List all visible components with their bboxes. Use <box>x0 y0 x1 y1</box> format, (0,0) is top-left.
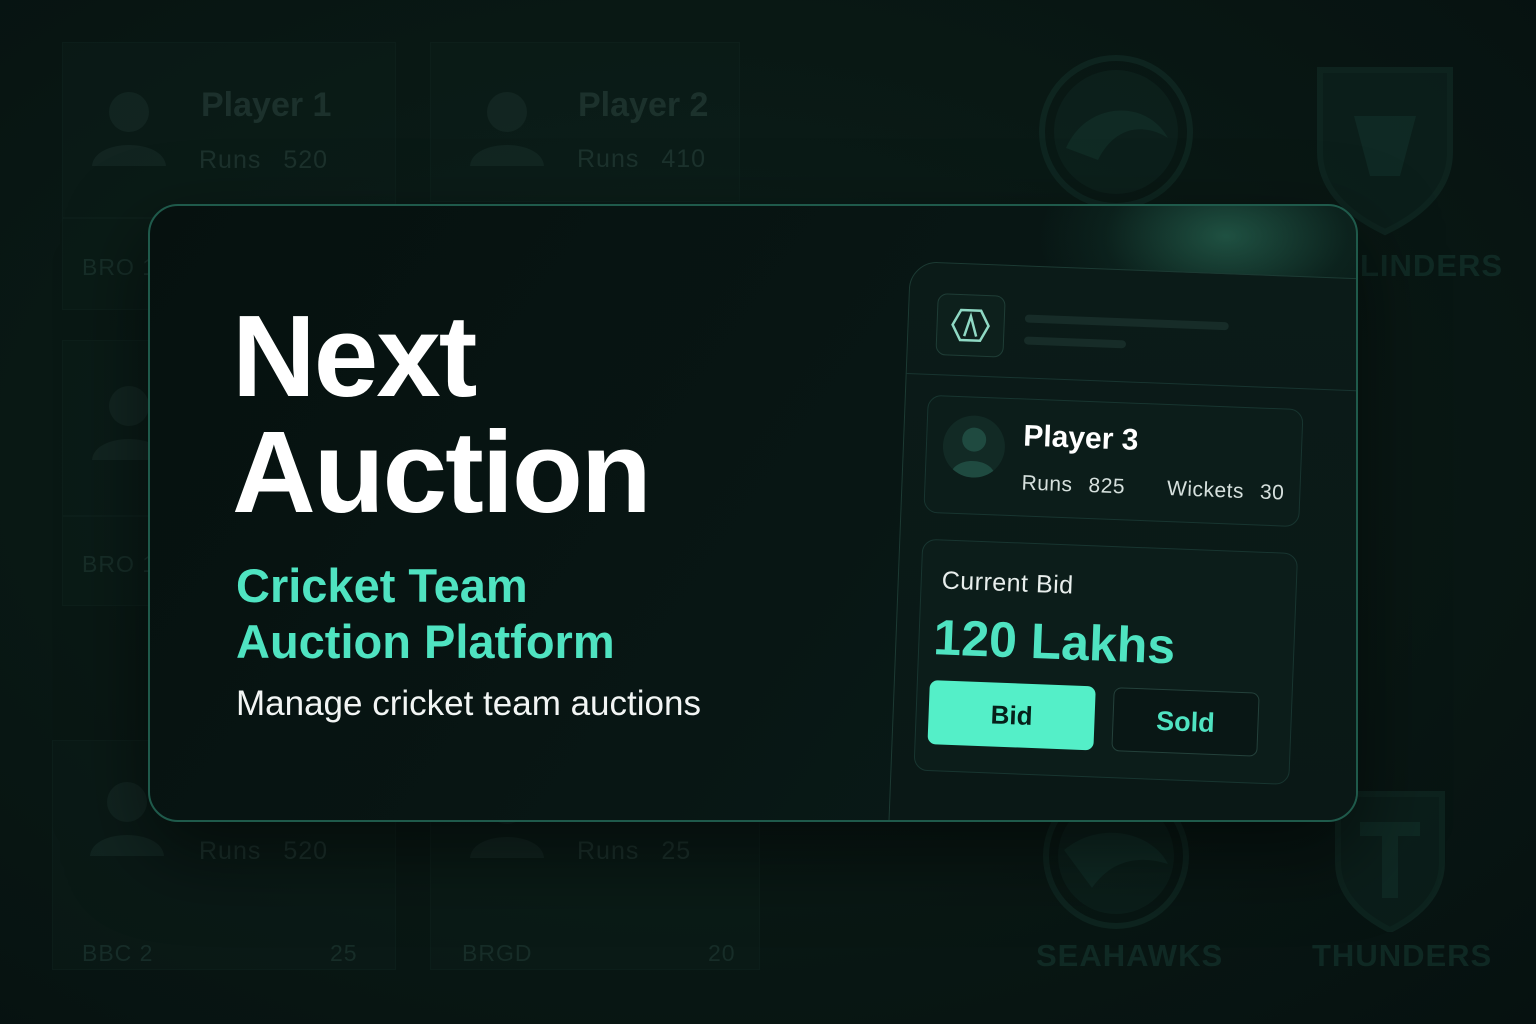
runs-label: Runs <box>1021 471 1073 497</box>
bg-stat-value: 25 <box>661 837 692 865</box>
subheading-line-1: Cricket Team <box>236 559 528 612</box>
bg-stat-label: Runs <box>577 145 640 173</box>
bg-avatar-icon <box>470 92 544 166</box>
player-card[interactable]: Player 3 Runs 825 Wickets 30 <box>923 394 1304 528</box>
bg-player-stat: Runs 520 <box>199 146 328 175</box>
hexagon-logo-icon <box>951 308 990 343</box>
current-bid-value: 120 Lakhs <box>932 609 1177 675</box>
hero-tagline: Manage cricket team auctions <box>236 684 701 723</box>
bg-side-row-label: BRO 1 <box>82 254 157 280</box>
player-name: Player 3 <box>1022 419 1140 457</box>
bg-team-name: SEAHAWKS <box>1036 938 1224 973</box>
current-bid-label: Current Bid <box>941 566 1075 600</box>
headline-line-1: Next <box>232 291 477 421</box>
bg-row-value: 25 <box>330 940 358 966</box>
bg-row-label: BBC 2 <box>82 940 154 966</box>
bg-row-label: BRGD <box>462 940 533 966</box>
bid-button[interactable]: Bid <box>927 680 1096 751</box>
hero-subheading: Cricket Team Auction Platform <box>236 558 615 670</box>
auction-panel: Player 3 Runs 825 Wickets 30 Current Bid 12… <box>886 261 1356 820</box>
hero-headline: Next Auction <box>232 291 652 537</box>
panel-header <box>906 262 1356 392</box>
wickets-label: Wickets <box>1166 477 1245 503</box>
bg-stat-label: Runs <box>199 146 262 174</box>
headline-line-2: Auction <box>232 407 652 537</box>
subheading-line-2: Auction Platform <box>236 615 615 668</box>
bg-player-stat: Runs 25 <box>577 837 691 866</box>
player-stats: Runs 825 Wickets 30 <box>1021 471 1285 505</box>
bg-player-stat: Runs 410 <box>577 145 706 174</box>
user-silhouette-icon <box>949 427 996 479</box>
runs-value: 825 <box>1088 474 1126 499</box>
app-logo-icon[interactable] <box>935 293 1006 358</box>
bg-stat-value: 410 <box>661 145 707 173</box>
bg-player-name: Player 1 <box>201 86 332 124</box>
bg-player-name: Player 2 <box>578 86 709 124</box>
bird-crest-icon <box>1039 55 1193 209</box>
bg-stat-label: Runs <box>577 837 640 865</box>
landing-stage: Player 1 Runs 520 Player 2 Runs 410 BRO 1 … <box>0 0 1536 1024</box>
current-bid-card: Current Bid 120 Lakhs Bid Sold <box>913 538 1299 785</box>
bg-row-value: 20 <box>708 940 736 966</box>
bg-team-name: THUNDERS <box>1312 938 1493 973</box>
wickets-value: 30 <box>1259 480 1285 505</box>
hero-card: Next Auction Cricket Team Auction Platfo… <box>148 204 1358 822</box>
bg-side-row-label: BRO 1 <box>82 551 157 577</box>
header-skeleton-line <box>1023 336 1127 349</box>
bg-team-name: LINDERS <box>1360 248 1504 283</box>
bg-stat-label: Runs <box>199 837 262 865</box>
bg-stat-value: 520 <box>283 837 329 865</box>
bg-avatar-icon <box>92 92 166 166</box>
sold-button[interactable]: Sold <box>1111 687 1260 757</box>
bg-stat-value: 520 <box>283 146 329 174</box>
player-avatar <box>941 414 1007 479</box>
header-skeleton-line <box>1024 314 1229 331</box>
bg-player-stat: Runs 520 <box>199 837 328 866</box>
